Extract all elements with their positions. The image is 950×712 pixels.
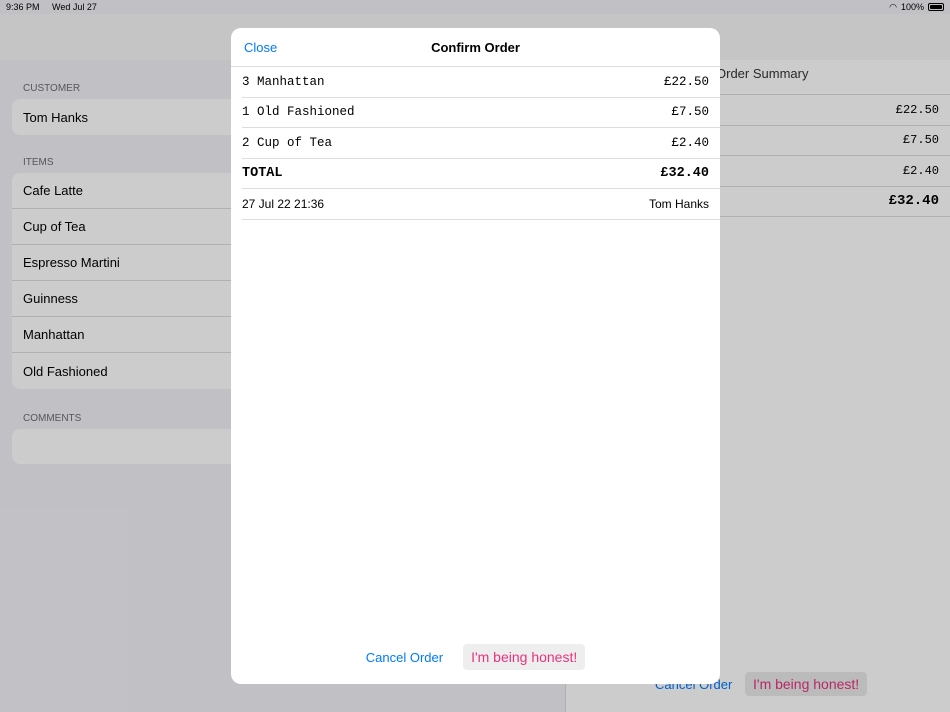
- total-label: TOTAL: [242, 165, 283, 181]
- order-customer: Tom Hanks: [648, 196, 709, 211]
- total-row: TOTAL £32.40: [242, 159, 720, 189]
- order-row: 3 Manhattan £22.50: [242, 67, 720, 98]
- modal-title: Confirm Order: [431, 40, 520, 55]
- order-item: 2 Cup of Tea: [242, 135, 333, 150]
- modal-footer: Cancel Order I'm being honest!: [231, 644, 720, 670]
- order-list: 3 Manhattan £22.50 1 Old Fashioned £7.50…: [242, 67, 720, 220]
- order-row: 2 Cup of Tea £2.40: [242, 128, 720, 159]
- order-price: £22.50: [663, 74, 709, 89]
- order-meta-row: 27 Jul 22 21:36 Tom Hanks: [242, 189, 720, 220]
- order-item: 1 Old Fashioned: [242, 105, 355, 120]
- order-row: 1 Old Fashioned £7.50: [242, 98, 720, 128]
- honest-button[interactable]: I'm being honest!: [463, 644, 586, 670]
- order-price: £7.50: [671, 105, 709, 120]
- total-value: £32.40: [660, 165, 709, 181]
- modal-header: Close Confirm Order: [231, 28, 720, 67]
- order-price: £2.40: [671, 135, 709, 150]
- order-item: 3 Manhattan: [242, 74, 325, 89]
- order-timestamp: 27 Jul 22 21:36: [242, 196, 325, 211]
- confirm-order-modal: Close Confirm Order 3 Manhattan £22.50 1…: [231, 28, 720, 684]
- cancel-order-button[interactable]: Cancel Order: [366, 650, 443, 665]
